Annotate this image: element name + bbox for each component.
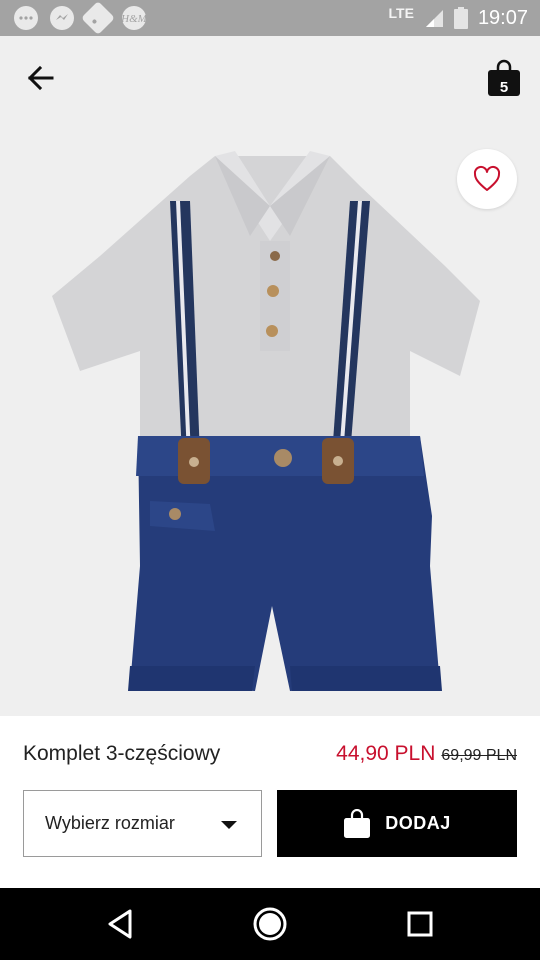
price: 44,90 PLN 69,99 PLN [336,742,517,766]
status-bar: H&M LTE 19:07 [0,0,540,36]
chevron-down-icon [221,821,237,829]
arrow-left-icon [27,65,54,91]
svg-text:H&M: H&M [122,13,146,25]
chat-bubble-icon [14,6,38,30]
back-button[interactable] [22,62,62,94]
system-nav-bar [0,888,540,960]
nav-back-button[interactable] [100,904,140,944]
messenger-icon [50,6,74,30]
add-to-cart-label: DODAJ [385,813,451,833]
tag-icon [81,1,115,35]
cart-count: 5 [499,79,509,96]
original-price: 69,99 PLN [441,747,517,764]
size-select[interactable]: Wybierz rozmiar [23,790,262,857]
product-info-panel: Komplet 3-częściowy 44,90 PLN 69,99 PLN … [0,716,540,888]
hm-app-icon: H&M [122,6,146,30]
network-type-label: LTE [388,5,414,21]
nav-home-button[interactable] [250,904,290,944]
triangle-back-icon [108,909,132,939]
home-circle-icon [253,907,287,941]
clock: 19:07 [477,6,528,29]
product-photo [52,151,480,691]
signal-icon [425,10,443,27]
size-select-label: Wybierz rozmiar [45,813,175,833]
shopping-bag-icon [344,808,371,838]
nav-recents-button[interactable] [400,904,440,944]
product-name: Komplet 3-częściowy [23,742,221,765]
add-to-cart-button[interactable]: DODAJ [277,790,517,857]
battery-icon [453,7,468,29]
sale-price: 44,90 PLN [336,742,436,765]
product-image-area[interactable]: 5 [0,36,540,716]
cart-button[interactable]: 5 [486,58,522,98]
square-recents-icon [407,911,433,937]
